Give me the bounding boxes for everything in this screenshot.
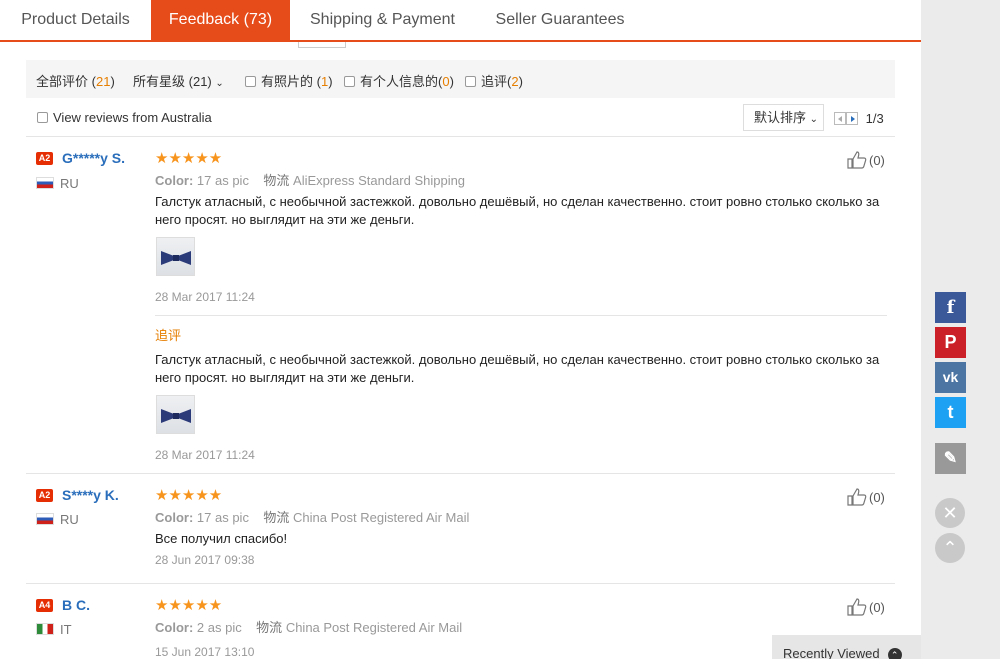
russia-flag-icon [36, 513, 54, 525]
vk-icon: vk [942, 369, 959, 385]
twitter-share-button[interactable]: t [935, 397, 966, 428]
next-page-button[interactable] [846, 112, 858, 125]
pagination: 1/3 [834, 111, 884, 126]
reviewer-country: RU [60, 512, 79, 527]
twitter-icon: t [947, 402, 954, 422]
review-photo-thumbnail[interactable] [156, 237, 195, 276]
buyer-level-badge: A2 [36, 152, 53, 165]
divider [155, 315, 887, 316]
russia-flag-icon [36, 177, 54, 189]
thumbs-up-icon [847, 151, 867, 169]
filter-all[interactable]: 全部评价 (21) [36, 71, 115, 90]
divider [26, 136, 895, 137]
rating-stars: ★★★★★ [155, 150, 223, 167]
personal-info-checkbox[interactable] [344, 76, 355, 87]
rating-stars: ★★★★★ [155, 487, 223, 504]
photos-checkbox[interactable] [245, 76, 256, 87]
close-icon: ✕ [942, 503, 958, 523]
thumbs-up-icon [847, 598, 867, 616]
australia-filter[interactable]: View reviews from Australia [37, 110, 212, 125]
followup-photo-thumbnail[interactable] [156, 395, 195, 434]
chevron-down-icon: ⌄ [215, 78, 224, 89]
facebook-share-button[interactable]: f [935, 292, 966, 323]
australia-checkbox[interactable] [37, 112, 48, 123]
facebook-icon: f [946, 297, 955, 318]
pencil-icon: ✎ [943, 450, 958, 467]
review-date: 15 Jun 2017 13:10 [155, 645, 255, 659]
close-button[interactable]: ✕ [935, 498, 965, 528]
reviewer-name[interactable]: B C. [62, 597, 90, 613]
feedback-edit-button[interactable]: ✎ [935, 443, 966, 474]
italy-flag-icon [36, 623, 54, 635]
bow-tie-icon [161, 409, 191, 423]
reviewer-country: RU [60, 176, 79, 191]
product-tabs: Product Details Feedback (73) Shipping &… [0, 0, 921, 42]
recently-viewed-panel[interactable]: Recently Viewed ⌃ [772, 635, 921, 659]
followup-checkbox[interactable] [465, 76, 476, 87]
feedback-filter-bar: 全部评价 (21) 所有星级 (21) ⌄ 有照片的 (1) 有个人信息的(0)… [26, 60, 895, 98]
order-info: Color: 17 as pic 物流 China Post Registere… [155, 510, 470, 525]
page-indicator: 1/3 [865, 111, 884, 126]
review-date: 28 Jun 2017 09:38 [155, 553, 255, 567]
order-info: Color: 17 as pic 物流 AliExpress Standard … [155, 173, 466, 188]
followup-label: 追评 [155, 328, 182, 343]
sort-dropdown[interactable]: 默认排序 ⌄ [743, 104, 824, 131]
review-text: Все получил спасибо! [155, 531, 288, 546]
helpful-button[interactable]: (0) [847, 598, 885, 616]
chevron-down-icon: ⌄ [809, 114, 819, 125]
filter-with-photos[interactable]: 有照片的 (1) [245, 71, 333, 90]
review-text: Галстук атласный, с необычной застежкой.… [155, 194, 880, 227]
reviewer-name[interactable]: S****y K. [62, 487, 119, 503]
thumbs-up-icon [847, 488, 867, 506]
followup-text: Галстук атласный, с необычной застежкой.… [155, 352, 880, 385]
reviewer-name[interactable]: G*****y S. [62, 150, 125, 166]
pinterest-share-button[interactable]: P [935, 327, 966, 358]
review-date: 28 Mar 2017 11:24 [155, 290, 255, 304]
scrolled-rating-row [0, 42, 921, 54]
prev-page-button[interactable] [834, 112, 846, 125]
divider [26, 473, 895, 474]
tab-shipping-payment[interactable]: Shipping & Payment [290, 0, 475, 40]
helpful-button[interactable]: (0) [847, 151, 885, 169]
tab-seller-guarantees[interactable]: Seller Guarantees [475, 0, 645, 40]
tab-product-details[interactable]: Product Details [0, 0, 151, 40]
helpful-button[interactable]: (0) [847, 488, 885, 506]
filter-star-dropdown[interactable]: 所有星级 (21) ⌄ [133, 71, 224, 90]
filter-personal-info[interactable]: 有个人信息的(0) [344, 71, 454, 90]
filter-followup[interactable]: 追评(2) [465, 71, 523, 90]
chevron-up-icon: ⌃ [887, 648, 902, 659]
chevron-up-icon: ⌃ [942, 538, 958, 558]
back-to-top-button[interactable]: ⌃ [935, 533, 965, 563]
tab-feedback[interactable]: Feedback (73) [151, 0, 290, 40]
vk-share-button[interactable]: vk [935, 362, 966, 393]
rating-stars: ★★★★★ [155, 597, 223, 614]
bow-tie-icon [161, 251, 191, 265]
reviewer-country: IT [60, 622, 72, 637]
product-page: Product Details Feedback (73) Shipping &… [0, 0, 921, 659]
pinterest-icon: P [944, 332, 957, 352]
buyer-level-badge: A4 [36, 599, 53, 612]
order-info: Color: 2 as pic 物流 China Post Registered… [155, 620, 463, 635]
scrolled-box [298, 42, 346, 48]
followup-date: 28 Mar 2017 11:24 [155, 448, 255, 462]
buyer-level-badge: A2 [36, 489, 53, 502]
divider [26, 583, 895, 584]
